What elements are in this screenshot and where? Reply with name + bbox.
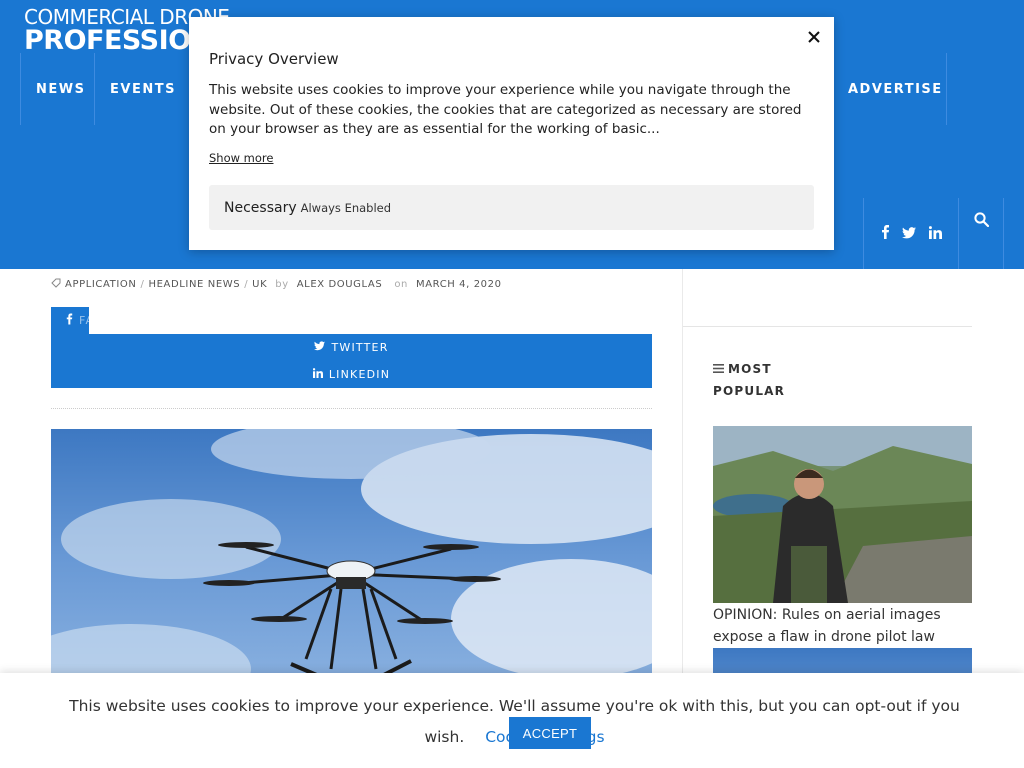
show-more-link[interactable]: Show more (209, 151, 273, 165)
nav-item-events[interactable]: EVENTS (94, 53, 192, 125)
divider (51, 408, 652, 409)
modal-body-text: This website uses cookies to improve you… (209, 82, 802, 137)
share-facebook-label: FACEBOOK (79, 314, 148, 327)
cookie-consent-bar: This website uses cookies to improve you… (0, 673, 1024, 768)
share-buttons: TWITTER LINKEDIN (51, 334, 652, 388)
category-separator: / (244, 279, 249, 290)
most-popular-heading: MOST POPULAR (713, 358, 803, 402)
nav-item-label: ADVERTISE (848, 81, 943, 97)
privacy-overview-modal: Privacy Overview This website uses cooki… (189, 17, 834, 250)
facebook-icon (66, 313, 73, 328)
post-date: MARCH 4, 2020 (415, 279, 502, 290)
linkedin-icon[interactable] (928, 224, 942, 243)
twitter-icon[interactable] (902, 224, 916, 243)
hiker-photo (713, 426, 972, 603)
share-linkedin-label: LINKEDIN (328, 368, 391, 381)
necessary-label: Necessary (224, 199, 297, 216)
share-facebook-button[interactable]: FACEBOOK (51, 307, 147, 334)
by-label: by (275, 279, 289, 290)
menu-lines-icon (713, 358, 724, 380)
always-enabled-badge: Always Enabled (300, 200, 392, 215)
close-icon (808, 31, 820, 43)
twitter-icon (314, 341, 326, 354)
linkedin-icon (312, 368, 323, 381)
accept-button[interactable]: ACCEPT (509, 717, 591, 749)
facebook-icon[interactable] (881, 224, 890, 243)
share-twitter-button[interactable]: TWITTER (51, 334, 652, 361)
category-link[interactable]: UK (252, 279, 267, 290)
search-icon (973, 212, 989, 231)
nav-item-label: NEWS (36, 81, 86, 97)
popular-post-title[interactable]: OPINION: Rules on aerial images expose a… (713, 604, 972, 648)
necessary-cookies-row[interactable]: Necessary Always Enabled (209, 185, 814, 230)
nav-item-label: EVENTS (110, 81, 176, 97)
search-button[interactable] (958, 198, 1004, 269)
share-twitter-label: TWITTER (331, 341, 389, 354)
category-link[interactable]: APPLICATION (65, 279, 136, 290)
popular-post-image[interactable] (713, 426, 972, 603)
sidebar-rule (683, 326, 972, 327)
tag-icon (51, 278, 61, 291)
modal-title: Privacy Overview (209, 50, 339, 68)
social-links (863, 198, 959, 269)
share-linkedin-button[interactable]: LINKEDIN (51, 361, 652, 388)
on-label: on (394, 279, 408, 290)
category-separator: / (140, 279, 145, 290)
nav-item-news[interactable]: NEWS (20, 53, 101, 125)
nav-item-advertise[interactable]: ADVERTISE (832, 53, 947, 125)
author-link[interactable]: ALEX DOUGLAS (297, 279, 383, 290)
article-meta: APPLICATION / HEADLINE NEWS / UK by ALEX… (51, 278, 502, 291)
category-link[interactable]: HEADLINE NEWS (148, 279, 240, 290)
close-button[interactable] (803, 26, 825, 48)
